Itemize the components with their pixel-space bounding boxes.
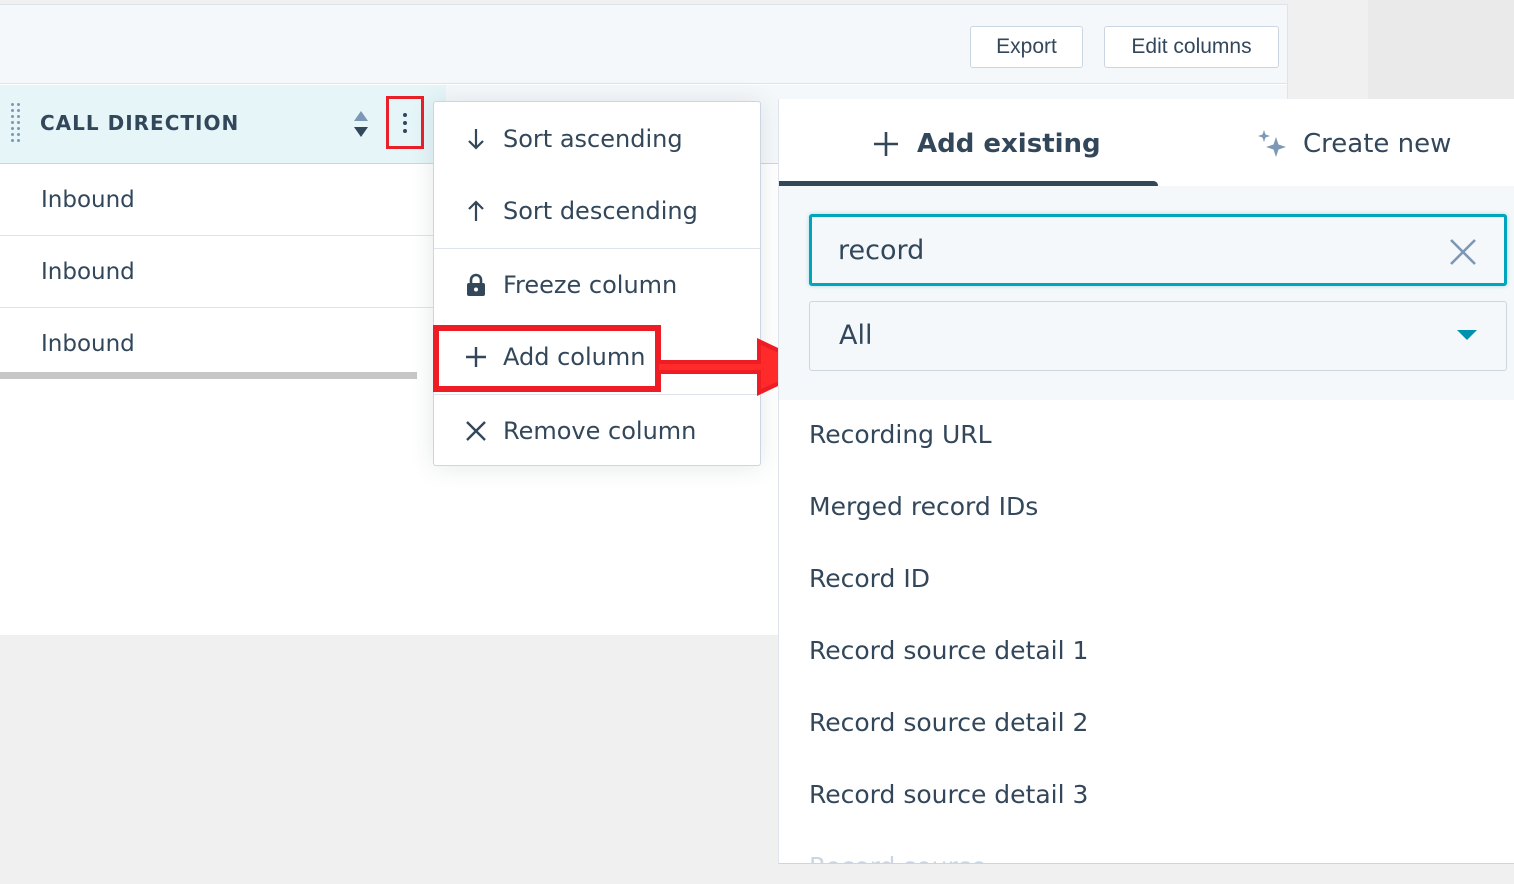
table-row: Inbound	[41, 331, 135, 357]
list-item[interactable]: Merged record IDs	[809, 492, 1038, 521]
table-row: Inbound	[0, 164, 446, 236]
drag-handle-icon[interactable]	[11, 103, 23, 143]
sort-icon[interactable]	[353, 109, 369, 139]
menu-item-sort-ascending[interactable]: Sort ascending	[434, 103, 760, 175]
list-item[interactable]: Record ID	[809, 564, 930, 593]
table-toolbar: Export Edit columns	[0, 5, 1287, 84]
column-options-menu: Sort ascending Sort descending Freeze co…	[433, 101, 761, 466]
column-title: CALL DIRECTION	[40, 111, 240, 135]
horizontal-scrollbar[interactable]	[0, 372, 417, 379]
close-icon	[464, 419, 488, 443]
sparkle-icon	[1257, 129, 1287, 159]
background-strip	[1368, 0, 1514, 99]
menu-item-label: Remove column	[503, 417, 697, 445]
tab-label: Create new	[1303, 129, 1452, 159]
menu-item-label: Freeze column	[503, 271, 678, 299]
edit-columns-button[interactable]: Edit columns	[1104, 26, 1279, 68]
list-item[interactable]: Record source detail 1	[809, 636, 1088, 665]
menu-item-label: Sort ascending	[503, 125, 683, 153]
list-item[interactable]: Record source detail 3	[809, 780, 1088, 809]
plus-icon	[871, 129, 901, 159]
table-row: Inbound	[0, 236, 446, 308]
list-item[interactable]: Recording URL	[809, 420, 992, 449]
search-input[interactable]	[838, 229, 1398, 271]
chevron-down-icon	[1457, 330, 1477, 340]
tab-add-existing[interactable]: Add existing	[871, 121, 1101, 167]
arrow-up-icon	[464, 199, 488, 223]
menu-item-sort-descending[interactable]: Sort descending	[434, 175, 760, 247]
list-item[interactable]: Record source detail 2	[809, 708, 1088, 737]
menu-item-freeze-column[interactable]: Freeze column	[434, 249, 760, 321]
tab-create-new[interactable]: Create new	[1257, 121, 1451, 167]
property-group-select[interactable]: All	[809, 301, 1507, 371]
menu-item-remove-column[interactable]: Remove column	[434, 395, 760, 467]
export-button[interactable]: Export	[970, 26, 1083, 68]
column-options-kebab-icon[interactable]	[386, 96, 424, 149]
arrow-down-icon	[464, 127, 488, 151]
filter-area: All	[779, 186, 1514, 400]
list-item[interactable]: Record source	[809, 852, 986, 863]
select-value: All	[839, 320, 873, 351]
clear-search-icon[interactable]	[1448, 237, 1478, 267]
tab-label: Add existing	[917, 129, 1101, 159]
add-column-panel: Add existing Create new All	[778, 99, 1514, 864]
add-column-highlight	[433, 325, 661, 392]
column-header-call-direction[interactable]: CALL DIRECTION	[0, 85, 446, 164]
lock-icon	[464, 273, 488, 297]
property-search[interactable]	[809, 214, 1507, 286]
menu-item-label: Sort descending	[503, 197, 698, 225]
